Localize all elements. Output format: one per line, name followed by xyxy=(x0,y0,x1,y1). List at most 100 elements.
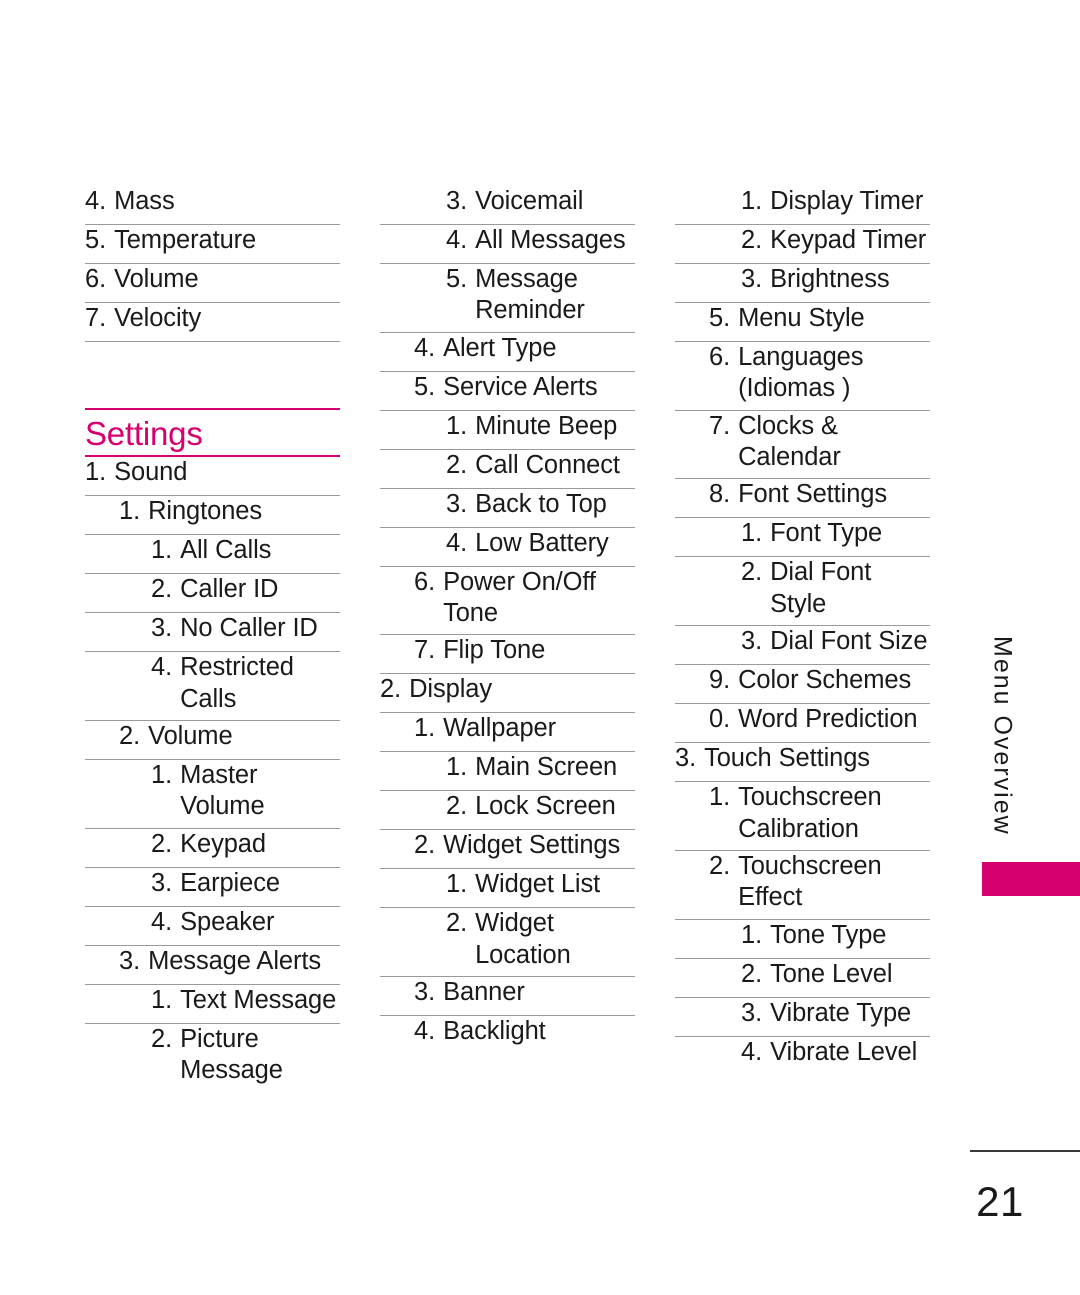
menu-item-row: 2. Caller ID xyxy=(85,574,340,614)
menu-item-label: Caller ID xyxy=(180,575,279,604)
menu-item-number: 1. xyxy=(119,497,141,526)
menu-item-label: Touchscreen Effect xyxy=(738,851,882,912)
menu-item: 7. Clocks & Calendar xyxy=(675,411,930,474)
menu-item-number: 3. xyxy=(151,868,173,897)
menu-item-number: 2. xyxy=(380,675,402,704)
side-tab-swatch xyxy=(982,862,1080,896)
menu-item: 2. Keypad Timer xyxy=(675,225,930,256)
menu-item-number: 1. xyxy=(446,411,468,440)
menu-item-number: 4. xyxy=(151,907,173,936)
menu-item: 2. Lock Screen xyxy=(380,791,635,822)
menu-item: 1. Master Volume xyxy=(85,760,340,823)
menu-item: 2. Volume xyxy=(85,721,340,752)
menu-item-label: Service Alerts xyxy=(443,372,598,401)
menu-item: 7. Flip Tone xyxy=(380,635,635,666)
menu-item-row: 1. Tone Type xyxy=(675,920,930,959)
footer-rule xyxy=(970,1150,1080,1152)
menu-item: 2. Tone Level xyxy=(675,959,930,990)
menu-item-label: Restricted Calls xyxy=(180,653,294,713)
menu-item-label: Display Timer xyxy=(770,187,924,215)
menu-item-row: 5. Message Reminder xyxy=(380,264,635,333)
menu-item-number: 1. xyxy=(151,985,173,1014)
menu-item-row: 5. Service Alerts xyxy=(380,372,635,411)
menu-item-number: 3. xyxy=(414,978,436,1007)
section-heading-title: Settings xyxy=(85,415,203,452)
menu-item-number: 2. xyxy=(414,831,436,860)
menu-item: 4. Alert Type xyxy=(380,333,635,364)
menu-item-row: 8. Font Settings xyxy=(675,479,930,519)
menu-item-number: 5. xyxy=(85,226,107,254)
side-tab: Menu Overview xyxy=(980,636,1024,841)
menu-item-number: 7. xyxy=(709,411,731,440)
menu-item-label: Widget Location xyxy=(475,909,571,969)
menu-item: 4. Speaker xyxy=(85,907,340,938)
menu-item-number: 3. xyxy=(446,187,468,215)
menu-item-row: 2. Touchscreen Effect xyxy=(675,851,930,920)
menu-item-number: 3. xyxy=(446,489,468,518)
menu-item-number: 2. xyxy=(446,792,468,821)
menu-item: 2. Widget Location xyxy=(380,908,635,971)
menu-item: 4. All Messages xyxy=(380,225,635,256)
menu-item-row: 3. Back to Top xyxy=(380,489,635,528)
menu-item-label: Speaker xyxy=(180,907,275,936)
menu-item: 7. Velocity xyxy=(85,303,340,334)
menu-item-label: Color Schemes xyxy=(738,666,912,695)
menu-item: 3. Banner xyxy=(380,977,635,1008)
menu-item: 2. Touchscreen Effect xyxy=(675,851,930,914)
menu-item: 1. Font Type xyxy=(675,518,930,549)
menu-item-number: 4. xyxy=(85,187,107,215)
menu-item-label: Back to Top xyxy=(475,489,607,518)
menu-item-label: Main Screen xyxy=(475,753,618,782)
menu-column-2: 3. Voicemail 4. All Messages 5. Message Remin… xyxy=(380,186,635,1055)
menu-item-row: 2. Widget Settings xyxy=(380,830,635,870)
menu-item: 4. Mass xyxy=(85,186,340,217)
menu-item-row: 3. Voicemail xyxy=(380,186,635,225)
menu-item-label: Ringtones xyxy=(148,497,263,526)
menu-item-label: Volume xyxy=(148,721,233,750)
menu-item-number: 3. xyxy=(741,265,763,293)
menu-item-label: Master Volume xyxy=(180,760,265,821)
menu-item-label: Touchscreen Calibration xyxy=(738,783,882,843)
menu-item-label: Message Alerts xyxy=(148,946,322,975)
menu-item-row: 2. Display xyxy=(380,674,635,714)
menu-item-label: Call Connect xyxy=(475,450,620,479)
menu-item-row: 3. Banner xyxy=(380,977,635,1017)
menu-item: 3. Touch Settings xyxy=(675,743,930,774)
menu-item-label: Font Settings xyxy=(738,480,888,509)
menu-item-label: Vibrate Type xyxy=(770,998,912,1027)
menu-item-number: 1. xyxy=(414,714,436,743)
menu-item-label: Banner xyxy=(443,978,525,1007)
menu-item: 4. Low Battery xyxy=(380,528,635,559)
side-tab-label: Menu Overview xyxy=(988,636,1017,836)
menu-item-number: 9. xyxy=(709,666,731,695)
menu-item: 1. All Calls xyxy=(85,535,340,566)
menu-item-number: 1. xyxy=(741,187,763,215)
menu-item-number: 1. xyxy=(709,783,731,812)
menu-item-row: 1. Widget List xyxy=(380,869,635,909)
menu-item-row: 4. Mass xyxy=(85,186,340,225)
menu-item-number: 0. xyxy=(709,705,731,734)
menu-item-label: All Calls xyxy=(180,536,272,565)
menu-item: 3. Voicemail xyxy=(380,186,635,217)
menu-item-row: 3. Dial Font Size xyxy=(675,626,930,666)
menu-item-number: 3. xyxy=(741,627,763,656)
menu-item: 3. Message Alerts xyxy=(85,946,340,977)
menu-item-number: 5. xyxy=(446,265,468,293)
menu-item-number: 2. xyxy=(446,909,468,938)
menu-item: 5. Temperature xyxy=(85,225,340,256)
menu-item-row: 2. Tone Level xyxy=(675,959,930,998)
menu-item-row: 3. No Caller ID xyxy=(85,613,340,653)
menu-item: 1. Wallpaper xyxy=(380,713,635,744)
menu-item-label: Touch Settings xyxy=(704,744,870,773)
menu-item: 9. Color Schemes xyxy=(675,665,930,696)
menu-item-row: 3. Message Alerts xyxy=(85,946,340,985)
section-heading: Settings xyxy=(85,408,340,458)
menu-item-label: No Caller ID xyxy=(180,614,318,643)
menu-item-row: 6. Languages (Idiomas ) xyxy=(675,342,930,411)
menu-item-row: 1. Main Screen xyxy=(380,752,635,792)
menu-item-label: Sound xyxy=(114,458,188,487)
menu-item-number: 4. xyxy=(414,333,436,362)
menu-item-number: 1. xyxy=(741,519,763,548)
menu-item-label: Tone Level xyxy=(770,959,893,988)
menu-item-label: Mass xyxy=(114,187,175,215)
